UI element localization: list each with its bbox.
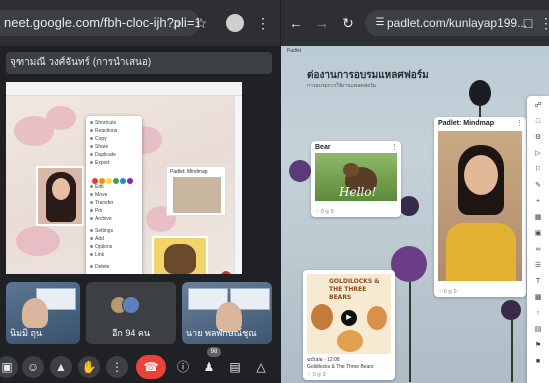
post-menu-icon[interactable]: ⋮ bbox=[391, 143, 398, 151]
padlet-logo[interactable]: Padlet bbox=[287, 48, 301, 54]
upload-icon[interactable]: ↑ bbox=[531, 308, 545, 320]
share-icon[interactable]: ☍ bbox=[531, 100, 545, 112]
shared-screen: Padlet: Mindmap Shortcuts Reactions Copy… bbox=[6, 82, 242, 274]
pin-icon[interactable]: ⚐ bbox=[531, 164, 545, 176]
image-icon[interactable]: ▣ bbox=[531, 228, 545, 240]
post-title: Bear bbox=[315, 144, 331, 151]
activities-icon[interactable]: △ bbox=[250, 356, 272, 378]
shared-mindmap-card: Padlet: Mindmap bbox=[166, 166, 226, 216]
add-post-icon bbox=[221, 271, 231, 274]
padlet-title: ต่องานการอบรมแหลศฟอร์ม bbox=[307, 70, 429, 81]
flower-decoration bbox=[391, 246, 427, 282]
flower-decoration bbox=[289, 160, 311, 182]
link-icon[interactable]: ∞ bbox=[531, 244, 545, 256]
padlet-window: ← → ↻ padlet.com/kunlayap199... ☰ □ ⋮ Pa… bbox=[281, 0, 549, 383]
participant-tile[interactable]: นิมมิ ถุน bbox=[6, 282, 80, 344]
url-text: padlet.com/kunlayap199... bbox=[387, 16, 528, 30]
video-meta: ฉบับย่อ - 12:08 bbox=[307, 357, 340, 363]
info-icon[interactable]: ⓘ bbox=[172, 356, 194, 378]
flower-decoration bbox=[469, 80, 491, 106]
participant-name: นาย พลพักษณ์ชุณ bbox=[186, 328, 257, 338]
settings-icon[interactable]: ⚙ bbox=[531, 132, 545, 144]
chat-icon[interactable]: ▤ bbox=[224, 356, 246, 378]
post-card-mindmap[interactable]: Padlet: Mindmap ⋮ ♡ 0 ◎ 0 bbox=[434, 117, 526, 297]
post-description: Goldilocks & The Three Bears bbox=[307, 364, 374, 370]
participant-tile[interactable]: นาย พลพักษณ์ชุณ bbox=[182, 282, 272, 344]
more-vert-icon[interactable]: ⋮ bbox=[254, 14, 272, 32]
more-options-icon[interactable]: ⋮ bbox=[106, 356, 128, 378]
present-screen-icon[interactable]: ▲ bbox=[50, 356, 72, 378]
shared-sidebar bbox=[234, 96, 242, 274]
layout-icon[interactable]: ▦ bbox=[531, 212, 545, 224]
google-meet-window: neet.google.com/fbh-cloc-ijh?pli=1 ⌕ ☆ ⋮… bbox=[0, 0, 280, 383]
more-vert-icon[interactable]: ⋮ bbox=[537, 14, 549, 32]
lock-icon[interactable]: ■ bbox=[531, 356, 545, 368]
clipboard-icon[interactable]: □ bbox=[519, 14, 537, 32]
post-menu-icon[interactable]: ⋮ bbox=[516, 119, 523, 127]
play-icon[interactable]: ▶ bbox=[341, 310, 357, 326]
bear-image[interactable]: Hello! bbox=[315, 153, 397, 201]
browser-toolbar: ← → ↻ padlet.com/kunlayap199... ☰ □ ⋮ bbox=[281, 0, 549, 46]
forward-arrow-icon[interactable]: → bbox=[313, 14, 331, 32]
shared-photo-card bbox=[36, 166, 84, 226]
others-count-label: อีก 94 คน bbox=[112, 328, 151, 338]
post-reactions[interactable]: ♡ 0 ◎ 0 bbox=[438, 289, 457, 295]
padlet-subtitle: การอบรมการใช้งานแพลตฟอร์ม bbox=[307, 83, 377, 89]
camera-icon[interactable]: ▣ bbox=[0, 356, 18, 378]
presenter-name-bar: จุฑามณี วงศ์จันทร์ (การนำเสนอ) bbox=[6, 52, 272, 74]
flower-decoration bbox=[399, 196, 419, 216]
avatar bbox=[122, 296, 140, 314]
end-call-button[interactable]: ☎ bbox=[136, 355, 166, 379]
goldilocks-video-thumbnail[interactable]: GOLDILOCKS & THE THREE BEARS ▶ bbox=[307, 274, 391, 354]
people-count-badge: 98 bbox=[207, 347, 221, 357]
participant-name: นิมมิ ถุน bbox=[10, 328, 43, 338]
raise-hand-icon[interactable]: ✋ bbox=[78, 356, 100, 378]
shared-context-menu: Shortcuts Reactions Copy Share Duplicate… bbox=[86, 116, 142, 274]
copy-icon[interactable]: □ bbox=[531, 116, 545, 128]
site-settings-icon[interactable]: ☰ bbox=[371, 14, 389, 32]
play-icon[interactable]: ▷ bbox=[531, 148, 545, 160]
post-card-bear[interactable]: Bear ⋮ Hello! ♡ 0 ◎ 0 bbox=[311, 141, 401, 217]
post-reactions[interactable]: ♡ 0 ◎ 0 bbox=[307, 372, 326, 378]
star-icon[interactable]: ☆ bbox=[192, 14, 210, 32]
flower-decoration bbox=[501, 300, 521, 320]
back-arrow-icon[interactable]: ← bbox=[287, 14, 305, 32]
others-tile[interactable]: อีก 94 คน bbox=[86, 282, 176, 344]
edit-icon[interactable]: ✎ bbox=[531, 180, 545, 192]
grid-icon[interactable]: ▩ bbox=[531, 292, 545, 304]
person-video[interactable] bbox=[438, 131, 522, 281]
post-card-goldilocks[interactable]: GOLDILOCKS & THE THREE BEARS ▶ ฉบับย่อ -… bbox=[303, 270, 395, 380]
image-caption: Hello! bbox=[339, 185, 377, 199]
text-icon[interactable]: T bbox=[531, 276, 545, 288]
profile-avatar-icon[interactable] bbox=[226, 14, 244, 32]
search-icon[interactable]: ⌕ bbox=[168, 14, 186, 32]
shared-screen-toolbar bbox=[6, 82, 242, 96]
browser-toolbar: neet.google.com/fbh-cloc-ijh?pli=1 ⌕ ☆ ⋮ bbox=[0, 0, 280, 46]
meeting-controls: ▣ ☺ ▲ ✋ ⋮ ☎ ⓘ ♟ ▤ △ bbox=[0, 352, 280, 383]
padlet-side-panel: ☍ □ ⚙ ▷ ⚐ ✎ + ▦ ▣ ∞ ☰ T ▩ ↑ ▤ ⚑ ■ bbox=[527, 96, 549, 383]
add-icon[interactable]: + bbox=[531, 196, 545, 208]
flag-icon[interactable]: ⚑ bbox=[531, 340, 545, 352]
people-icon[interactable]: ♟ bbox=[198, 356, 220, 378]
color-swatches bbox=[92, 171, 138, 184]
list-icon[interactable]: ☰ bbox=[531, 260, 545, 272]
video-title: GOLDILOCKS & THE THREE BEARS bbox=[329, 278, 380, 301]
emoji-icon[interactable]: ☺ bbox=[22, 356, 44, 378]
post-reactions[interactable]: ♡ 0 ◎ 0 bbox=[315, 209, 334, 215]
reload-icon[interactable]: ↻ bbox=[339, 14, 357, 32]
shared-owl-card bbox=[152, 236, 208, 274]
chat-icon[interactable]: ▤ bbox=[531, 324, 545, 336]
post-title: Padlet: Mindmap bbox=[438, 120, 495, 127]
shared-padlet-canvas: Padlet: Mindmap Shortcuts Reactions Copy… bbox=[6, 96, 234, 274]
